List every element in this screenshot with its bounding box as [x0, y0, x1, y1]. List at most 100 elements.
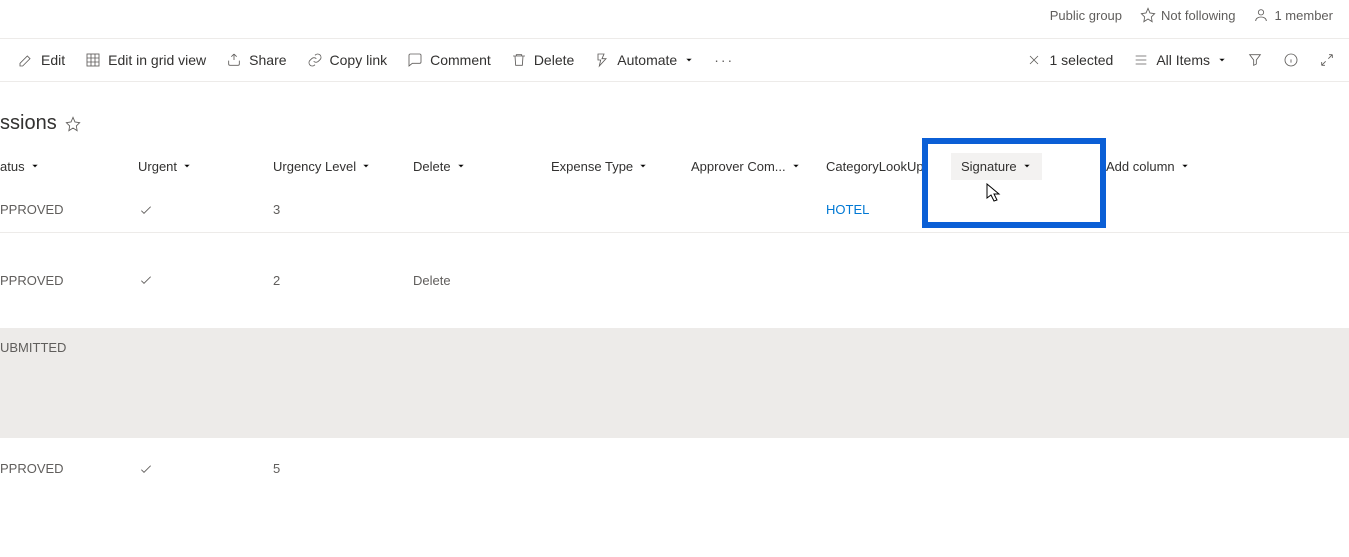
expand-button[interactable] [1313, 52, 1341, 68]
col-header-expense-type[interactable]: Expense Type [541, 159, 681, 174]
automate-button[interactable]: Automate [584, 39, 704, 81]
col-header-urgent-label: Urgent [138, 159, 177, 174]
table-row[interactable]: PPROVED 2 Delete [0, 233, 1349, 328]
cell-urgent [128, 202, 263, 218]
expand-icon [1319, 52, 1335, 68]
checkmark-icon [138, 461, 154, 477]
chevron-down-icon [1217, 55, 1227, 65]
following-label: Not following [1161, 8, 1235, 23]
clear-selection-button[interactable]: 1 selected [1020, 52, 1119, 68]
col-header-approver-label: Approver Com... [691, 159, 786, 174]
chevron-down-icon [30, 161, 40, 171]
comment-label: Comment [430, 52, 491, 68]
table-row[interactable]: PPROVED 5 [0, 438, 1349, 500]
signature-header-box[interactable]: Signature [951, 153, 1042, 180]
cell-status: PPROVED [0, 273, 128, 288]
info-icon [1283, 52, 1299, 68]
status-value: UBMITTED [0, 340, 66, 355]
star-icon[interactable] [65, 116, 81, 132]
add-column-button[interactable]: Add column [1096, 159, 1216, 174]
person-icon [1253, 7, 1269, 23]
category-value: HOTEL [826, 202, 869, 217]
filter-button[interactable] [1241, 52, 1269, 68]
view-selector[interactable]: All Items [1127, 52, 1233, 68]
list-title: ssions [0, 112, 57, 135]
overflow-menu[interactable]: ··· [704, 52, 744, 68]
col-header-signature-label: Signature [961, 159, 1017, 174]
status-value: PPROVED [0, 273, 64, 288]
data-grid: atus Urgent Urgency Level Delete Expense… [0, 145, 1349, 500]
comment-button[interactable]: Comment [397, 39, 501, 81]
automate-label: Automate [617, 52, 677, 68]
delete-button[interactable]: Delete [501, 39, 584, 81]
checkmark-icon [138, 272, 154, 288]
status-value: PPROVED [0, 461, 64, 476]
col-header-category[interactable]: CategoryLookUp [816, 159, 941, 174]
chevron-down-icon [791, 161, 801, 171]
following-toggle[interactable]: Not following [1140, 7, 1235, 23]
col-header-status[interactable]: atus [0, 159, 128, 174]
add-column-label: Add column [1106, 159, 1175, 174]
edit-icon [18, 52, 34, 68]
col-header-delete[interactable]: Delete [403, 159, 541, 174]
members-label: 1 member [1274, 8, 1333, 23]
grid-header-row: atus Urgent Urgency Level Delete Expense… [0, 145, 1349, 187]
share-button[interactable]: Share [216, 39, 296, 81]
col-header-delete-label: Delete [413, 159, 451, 174]
col-header-signature[interactable]: Signature [941, 153, 1096, 180]
chevron-down-icon [684, 55, 694, 65]
col-header-status-label: atus [0, 159, 25, 174]
col-header-urgency-level-label: Urgency Level [273, 159, 356, 174]
cell-level: 3 [263, 202, 403, 217]
edit-button[interactable]: Edit [8, 39, 75, 81]
col-header-urgency-level[interactable]: Urgency Level [263, 159, 403, 174]
members-button[interactable]: 1 member [1253, 7, 1333, 23]
chevron-down-icon [361, 161, 371, 171]
table-row[interactable]: UBMITTED [0, 328, 1349, 438]
chevron-down-icon [456, 161, 466, 171]
x-icon [1026, 52, 1042, 68]
chevron-down-icon [1180, 161, 1190, 171]
delete-label: Delete [534, 52, 574, 68]
cell-delete: Delete [403, 273, 541, 288]
edit-grid-button[interactable]: Edit in grid view [75, 39, 216, 81]
list-icon [1133, 52, 1149, 68]
level-value: 3 [273, 202, 280, 217]
chevron-down-icon [638, 161, 648, 171]
cell-urgent [128, 461, 263, 477]
automate-icon [594, 52, 610, 68]
share-label: Share [249, 52, 286, 68]
selected-count-label: 1 selected [1049, 52, 1113, 68]
filter-icon [1247, 52, 1263, 68]
cell-urgent [128, 272, 263, 288]
level-value: 5 [273, 461, 280, 476]
col-header-urgent[interactable]: Urgent [128, 159, 263, 174]
cell-status: PPROVED [0, 461, 128, 476]
col-header-expense-type-label: Expense Type [551, 159, 633, 174]
cell-status: PPROVED [0, 202, 128, 217]
top-info-bar: Public group Not following 1 member [0, 0, 1349, 30]
col-header-approver[interactable]: Approver Com... [681, 159, 816, 174]
copy-link-button[interactable]: Copy link [297, 39, 398, 81]
share-icon [226, 52, 242, 68]
trash-icon [511, 52, 527, 68]
view-label: All Items [1156, 52, 1210, 68]
cell-level: 5 [263, 461, 403, 476]
copy-link-label: Copy link [330, 52, 388, 68]
command-bar: Edit Edit in grid view Share Copy link C… [0, 38, 1349, 82]
group-type-label: Public group [1050, 8, 1122, 23]
level-value: 2 [273, 273, 280, 288]
list-title-row: ssions [0, 82, 1349, 145]
comment-icon [407, 52, 423, 68]
table-row[interactable]: PPROVED 3 HOTEL [0, 187, 1349, 233]
grid-icon [85, 52, 101, 68]
cell-status: UBMITTED [0, 340, 128, 355]
star-icon [1140, 7, 1156, 23]
col-header-category-label: CategoryLookUp [826, 159, 924, 174]
cell-category[interactable]: HOTEL [816, 202, 941, 217]
delete-value: Delete [413, 273, 451, 288]
edit-grid-label: Edit in grid view [108, 52, 206, 68]
chevron-down-icon [182, 161, 192, 171]
link-icon [307, 52, 323, 68]
info-button[interactable] [1277, 52, 1305, 68]
